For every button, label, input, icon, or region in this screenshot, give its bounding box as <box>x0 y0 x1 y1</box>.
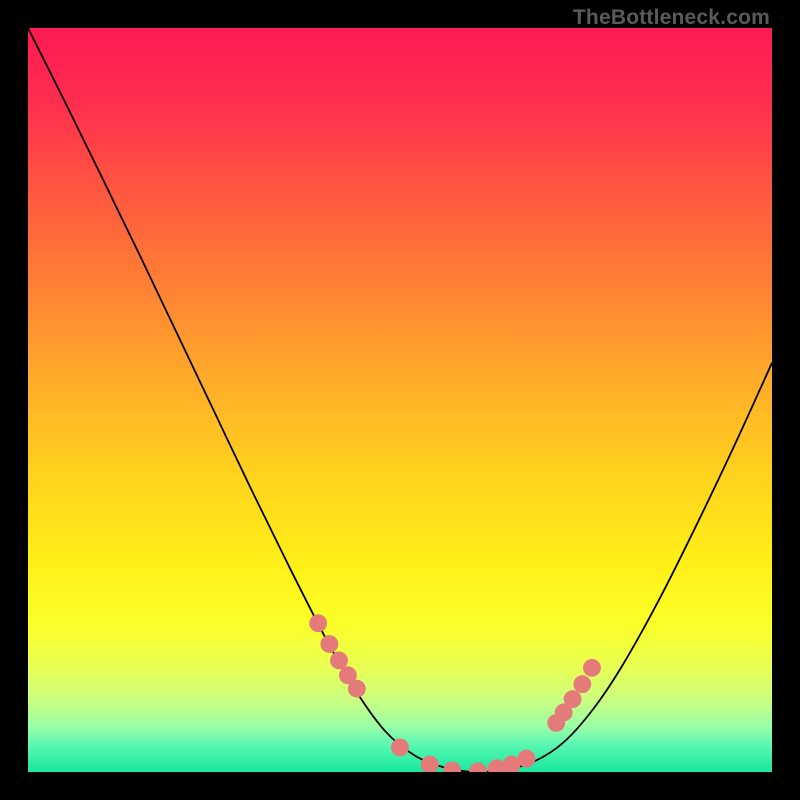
chart-frame: TheBottleneck.com <box>0 0 800 800</box>
watermark-text: TheBottleneck.com <box>573 6 770 30</box>
plot-area <box>28 28 772 772</box>
plot-background <box>28 28 772 772</box>
